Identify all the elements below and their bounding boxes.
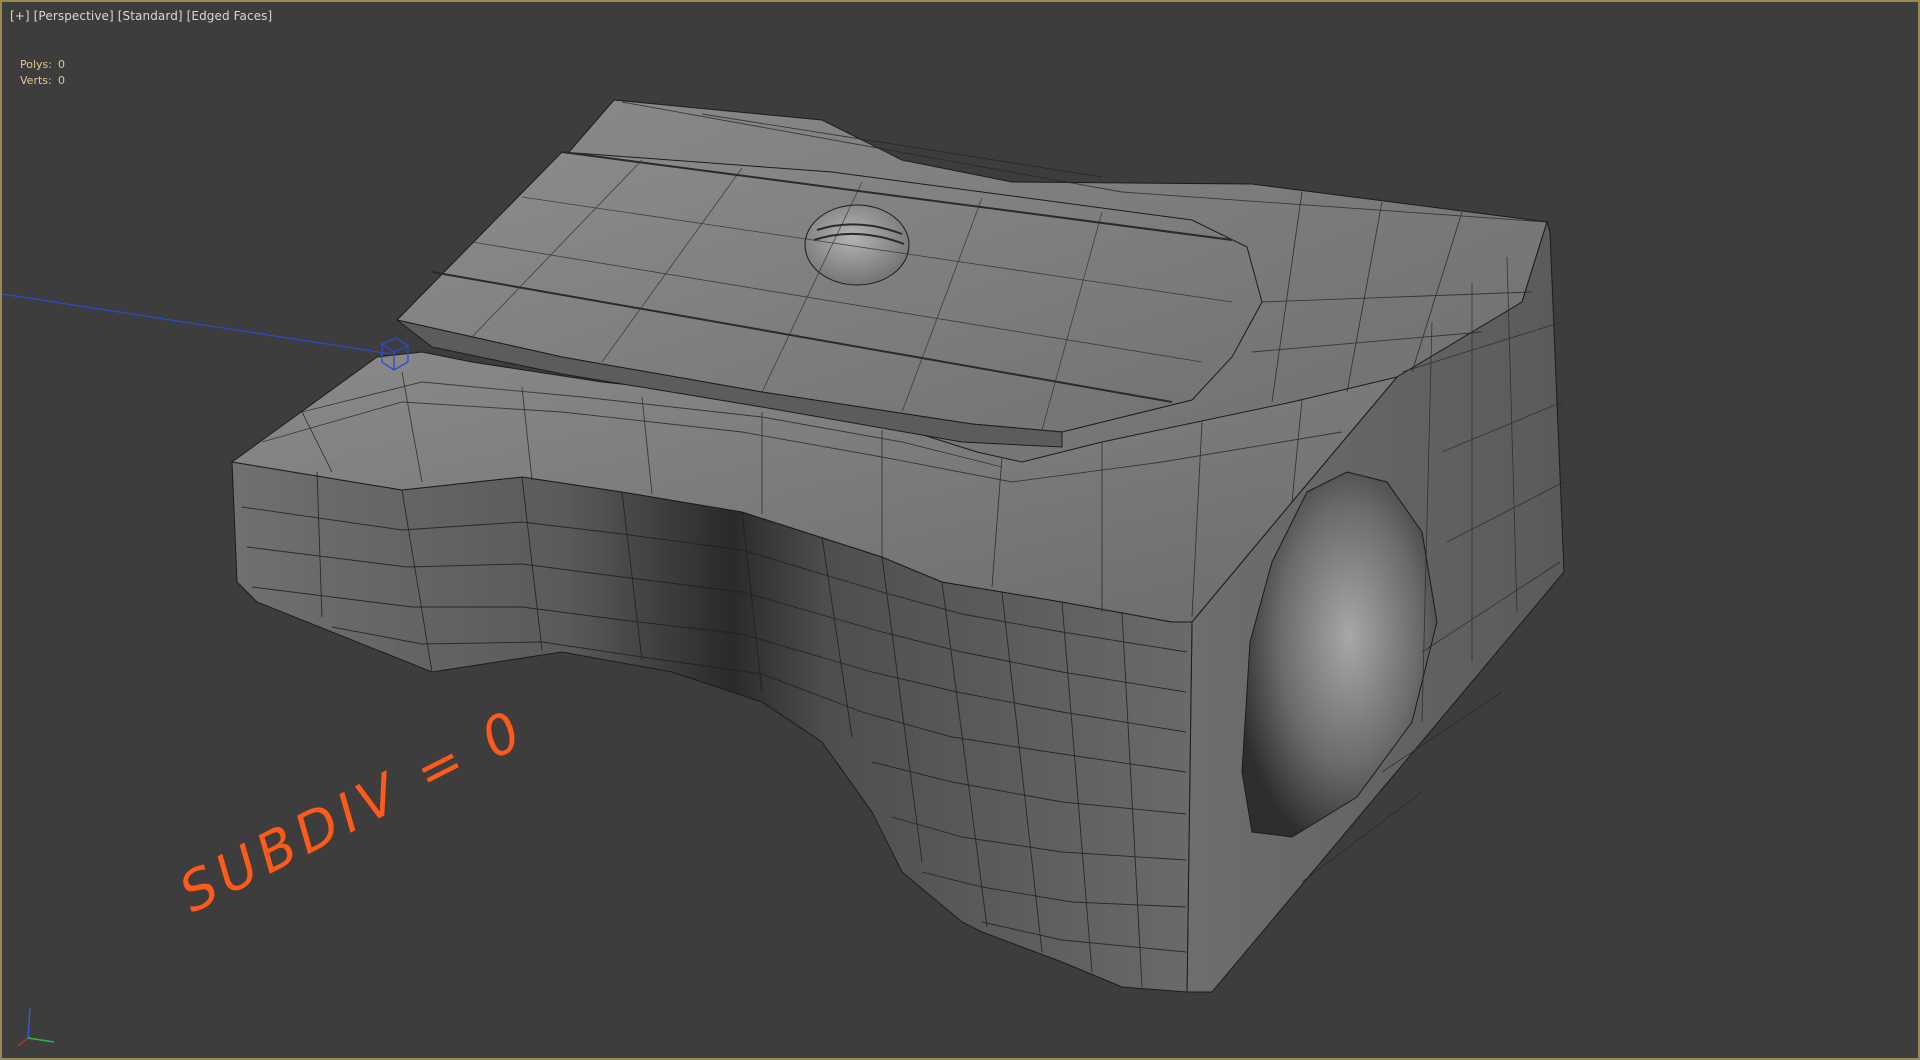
viewport-general-menu[interactable]: [+] (10, 9, 30, 23)
axis-x-line (17, 1037, 29, 1047)
polys-label: Polys: (20, 58, 52, 71)
verts-label: Verts: (20, 74, 52, 87)
world-axis-tripod-icon (17, 1007, 55, 1047)
viewport-label-menu[interactable]: [+] [Perspective] [Standard] [Edged Face… (10, 9, 272, 23)
axis-y-line (27, 1037, 55, 1043)
polys-value: 0 (58, 58, 65, 71)
polys-stat: Polys: 0 (20, 57, 65, 73)
sharpener-mesh[interactable] (230, 99, 1565, 993)
perspective-viewport[interactable]: [+] [Perspective] [Standard] [Edged Face… (0, 0, 1920, 1060)
viewport-edges-menu[interactable]: [Edged Faces] (187, 9, 273, 23)
3d-scene-canvas[interactable] (2, 2, 1918, 1058)
screw-head (804, 204, 910, 286)
viewport-statistics: Polys: 0 Verts: 0 (20, 57, 65, 89)
axis-z-line (27, 1007, 31, 1039)
viewport-shading-menu[interactable]: [Standard] (118, 9, 183, 23)
verts-value: 0 (58, 74, 65, 87)
selection-guide-line (2, 293, 393, 355)
viewport-point-of-view-menu[interactable]: [Perspective] (34, 9, 114, 23)
verts-stat: Verts: 0 (20, 73, 65, 89)
